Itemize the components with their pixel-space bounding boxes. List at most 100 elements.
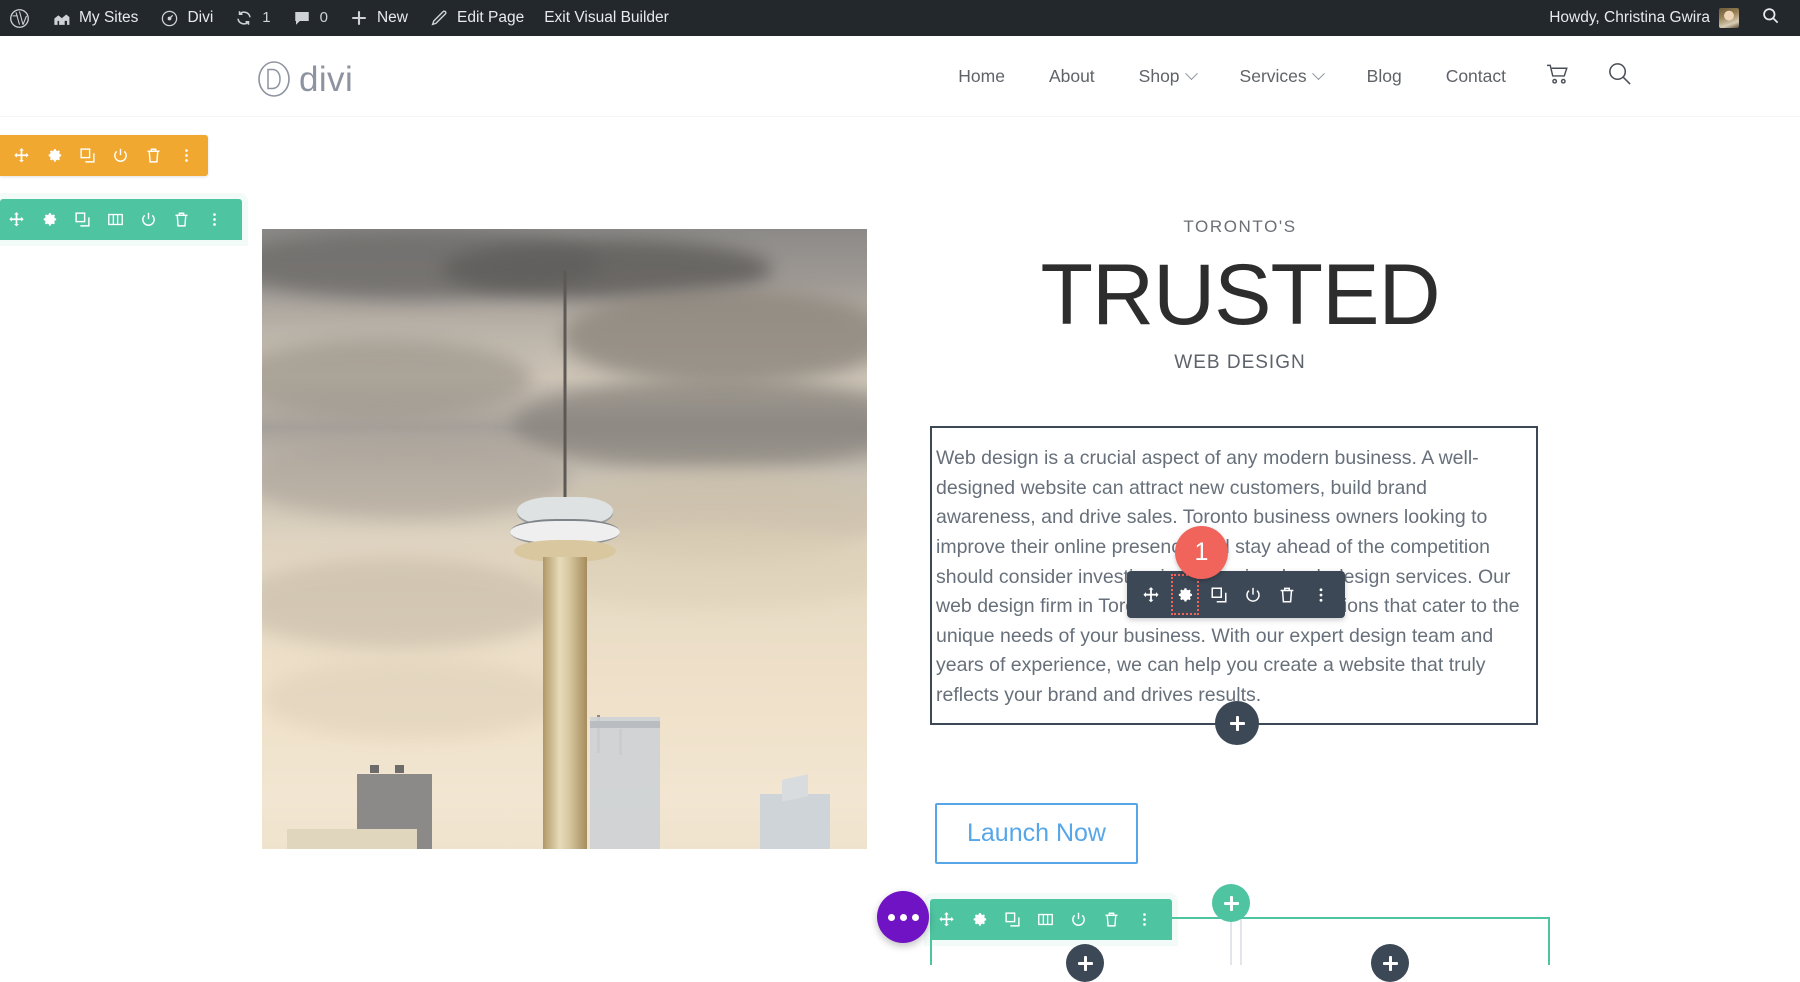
- admin-bar-account[interactable]: Howdy, Christina Gwira: [1537, 8, 1747, 28]
- add-module-button-left[interactable]: [1066, 944, 1104, 982]
- nav-item-blog-label: Blog: [1366, 65, 1402, 86]
- nav-item-home-label: Home: [958, 65, 1005, 86]
- my-sites-icon: [50, 7, 72, 29]
- nav-item-blog[interactable]: Blog: [1345, 36, 1424, 116]
- plus-icon: [1229, 715, 1245, 731]
- column-divider: [1240, 919, 1242, 965]
- divi-logo-icon: [253, 56, 295, 102]
- chevron-down-icon: [1311, 66, 1325, 80]
- admin-bar-exit-visual-builder[interactable]: Exit Visual Builder: [534, 0, 679, 36]
- add-row-button[interactable]: [1212, 884, 1250, 922]
- admin-bar-updates-count: 1: [262, 9, 271, 26]
- ellipsis-icon: [899, 913, 907, 921]
- dots-icon[interactable]: [1128, 899, 1161, 940]
- row-toolbar-bottom[interactable]: [930, 899, 1172, 940]
- power-icon[interactable]: [104, 135, 137, 176]
- nav-item-services-label: Services: [1239, 65, 1307, 86]
- avatar: [1719, 8, 1739, 28]
- new-icon: [348, 7, 370, 29]
- power-icon[interactable]: [132, 199, 165, 240]
- chevron-down-icon: [1184, 66, 1198, 80]
- trash-icon[interactable]: [1270, 571, 1304, 618]
- nav-item-home[interactable]: Home: [936, 36, 1027, 116]
- admin-bar-new[interactable]: New: [338, 0, 418, 36]
- row-toolbar-top[interactable]: [0, 199, 242, 240]
- hero-eyebrow: TORONTO'S: [1183, 217, 1297, 236]
- move-icon[interactable]: [930, 899, 963, 940]
- admin-bar-comments-count: 0: [319, 9, 328, 26]
- site-logo-text: divi: [299, 59, 354, 99]
- nav-item-contact-label: Contact: [1445, 65, 1506, 86]
- admin-bar-wordpress-logo[interactable]: [0, 0, 40, 36]
- admin-bar-divi-label: Divi: [187, 9, 214, 26]
- move-icon[interactable]: [5, 135, 38, 176]
- trash-icon[interactable]: [137, 135, 170, 176]
- site-logo[interactable]: divi: [253, 56, 353, 102]
- admin-bar-my-sites-label: My Sites: [79, 9, 139, 26]
- ellipsis-icon: [911, 913, 919, 921]
- columns-icon[interactable]: [99, 199, 132, 240]
- admin-bar-edit-page[interactable]: Edit Page: [418, 0, 534, 36]
- trash-icon[interactable]: [165, 199, 198, 240]
- power-icon[interactable]: [1236, 571, 1270, 618]
- hero-subtitle: WEB DESIGN: [1174, 351, 1306, 373]
- header-search-button[interactable]: [1589, 36, 1650, 116]
- page-title: TRUSTED: [1040, 247, 1440, 343]
- section-toolbar[interactable]: [0, 135, 208, 176]
- gear-icon[interactable]: [38, 135, 71, 176]
- ellipsis-icon: [887, 913, 895, 921]
- updates-icon: [233, 7, 255, 29]
- plus-icon: [1223, 895, 1239, 911]
- power-icon[interactable]: [1062, 899, 1095, 940]
- nav-item-shop[interactable]: Shop: [1117, 36, 1218, 116]
- admin-bar-new-label: New: [376, 9, 408, 26]
- nav-item-shop-label: Shop: [1138, 65, 1180, 86]
- row-plus-stem: [1230, 916, 1232, 965]
- admin-bar-comments[interactable]: 0: [281, 0, 338, 36]
- status-badge: 1: [1175, 526, 1228, 579]
- admin-bar-divi[interactable]: Divi: [148, 0, 223, 36]
- admin-bar-updates[interactable]: 1: [223, 0, 280, 36]
- wordpress-icon: [8, 7, 30, 29]
- dots-icon[interactable]: [198, 199, 231, 240]
- move-icon[interactable]: [1134, 571, 1168, 618]
- launch-now-button-label: Launch Now: [967, 819, 1106, 847]
- admin-bar-howdy-label: Howdy, Christina Gwira: [1549, 9, 1710, 26]
- gear-icon[interactable]: [963, 899, 996, 940]
- hero-image[interactable]: [262, 229, 867, 849]
- divi-settings-fab[interactable]: [877, 891, 929, 943]
- add-module-button-inline[interactable]: [1215, 701, 1259, 745]
- admin-bar-edit-page-label: Edit Page: [456, 9, 525, 26]
- cart-icon: [1546, 63, 1571, 90]
- columns-icon[interactable]: [1029, 899, 1062, 940]
- plus-icon: [1382, 955, 1398, 971]
- duplicate-icon[interactable]: [71, 135, 104, 176]
- gear-icon[interactable]: [33, 199, 66, 240]
- site-header: divi Home About Shop Services Blog Conta…: [0, 36, 1800, 116]
- launch-now-button[interactable]: Launch Now: [935, 803, 1138, 864]
- nav-item-about-label: About: [1048, 65, 1095, 86]
- edit-icon: [428, 7, 450, 29]
- admin-bar-my-sites[interactable]: My Sites: [40, 0, 148, 36]
- nav-item-services[interactable]: Services: [1218, 36, 1345, 116]
- cart-button[interactable]: [1528, 36, 1589, 116]
- divi-icon: [158, 7, 180, 29]
- duplicate-icon[interactable]: [66, 199, 99, 240]
- move-icon[interactable]: [0, 199, 33, 240]
- dots-icon[interactable]: [1304, 571, 1338, 618]
- admin-bar-search-button[interactable]: [1747, 6, 1800, 30]
- duplicate-icon[interactable]: [996, 899, 1029, 940]
- nav-item-contact[interactable]: Contact: [1424, 36, 1528, 116]
- dots-icon[interactable]: [170, 135, 203, 176]
- nav-item-about[interactable]: About: [1027, 36, 1117, 116]
- trash-icon[interactable]: [1095, 899, 1128, 940]
- search-icon: [1761, 6, 1780, 30]
- comments-icon: [291, 7, 313, 29]
- module-toolbar[interactable]: [1127, 571, 1345, 618]
- plus-icon: [1077, 955, 1093, 971]
- add-module-button-right[interactable]: [1371, 944, 1409, 982]
- hero-headline-block[interactable]: TORONTO'S TRUSTED WEB DESIGN: [930, 217, 1550, 374]
- search-icon: [1607, 61, 1632, 91]
- primary-nav: Home About Shop Services Blog Contact: [936, 36, 1650, 116]
- admin-bar-exit-visual-builder-label: Exit Visual Builder: [544, 9, 669, 26]
